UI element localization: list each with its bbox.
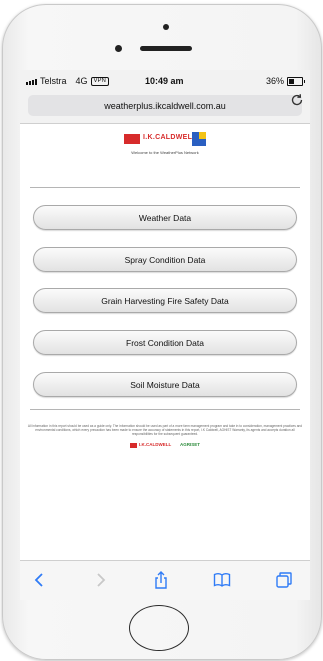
footer-logo-ikcaldwell: I.K.CALDWELL: [139, 442, 172, 447]
grain-harvesting-fire-safety-button[interactable]: Grain Harvesting Fire Safety Data: [33, 288, 297, 313]
soil-moisture-data-button[interactable]: Soil Moisture Data: [33, 372, 297, 397]
earpiece-speaker: [140, 46, 192, 51]
welcome-tagline: Welcome to the WeatherPlus Network: [131, 150, 199, 155]
reload-icon[interactable]: [291, 93, 304, 110]
front-camera: [115, 45, 122, 52]
phone-screen: Telstra 4G VPN 10:49 am 36% weatherplus.…: [20, 70, 310, 600]
carrier-name: Telstra: [40, 76, 67, 86]
network-type: 4G: [75, 76, 88, 86]
forward-icon[interactable]: [90, 570, 110, 590]
ik-caldwell-logo: I.K.CALDWELL: [124, 132, 208, 146]
divider-bottom: [30, 409, 300, 410]
vpn-badge: VPN: [90, 76, 109, 86]
home-button[interactable]: [129, 605, 189, 651]
divider-top: [30, 187, 300, 188]
frost-condition-data-button[interactable]: Frost Condition Data: [33, 330, 297, 355]
clock: 10:49 am: [145, 76, 184, 86]
address-bar[interactable]: weatherplus.ikcaldwell.com.au: [28, 95, 302, 116]
tabs-icon[interactable]: [274, 570, 294, 590]
logo-text: I.K.CALDWELL: [143, 134, 197, 141]
safari-toolbar: [20, 560, 310, 600]
footer-logo-agriset: AGRISET: [180, 442, 201, 447]
carrier-group: Telstra 4G VPN: [26, 76, 109, 86]
spray-condition-data-button[interactable]: Spray Condition Data: [33, 247, 297, 272]
weather-data-button[interactable]: Weather Data: [33, 205, 297, 230]
share-icon[interactable]: [151, 570, 171, 590]
signal-icon: [26, 78, 37, 85]
url-text: weatherplus.ikcaldwell.com.au: [104, 100, 226, 111]
camera-dot: [163, 24, 169, 30]
footer-logos: I.K.CALDWELL AGRISET: [130, 442, 206, 449]
address-bar-row: weatherplus.ikcaldwell.com.au: [20, 90, 310, 124]
disclaimer-text: All information in this report should be…: [27, 424, 303, 436]
back-icon[interactable]: [30, 570, 50, 590]
bookmarks-icon[interactable]: [212, 570, 232, 590]
web-page: I.K.CALDWELL Welcome to the WeatherPlus …: [20, 124, 310, 560]
status-bar: Telstra 4G VPN 10:49 am 36%: [20, 70, 310, 90]
time-label: 10:49 am: [145, 76, 184, 86]
battery-icon: [287, 76, 305, 86]
battery-percent: 36%: [265, 76, 284, 86]
battery-group: 36%: [265, 76, 305, 86]
